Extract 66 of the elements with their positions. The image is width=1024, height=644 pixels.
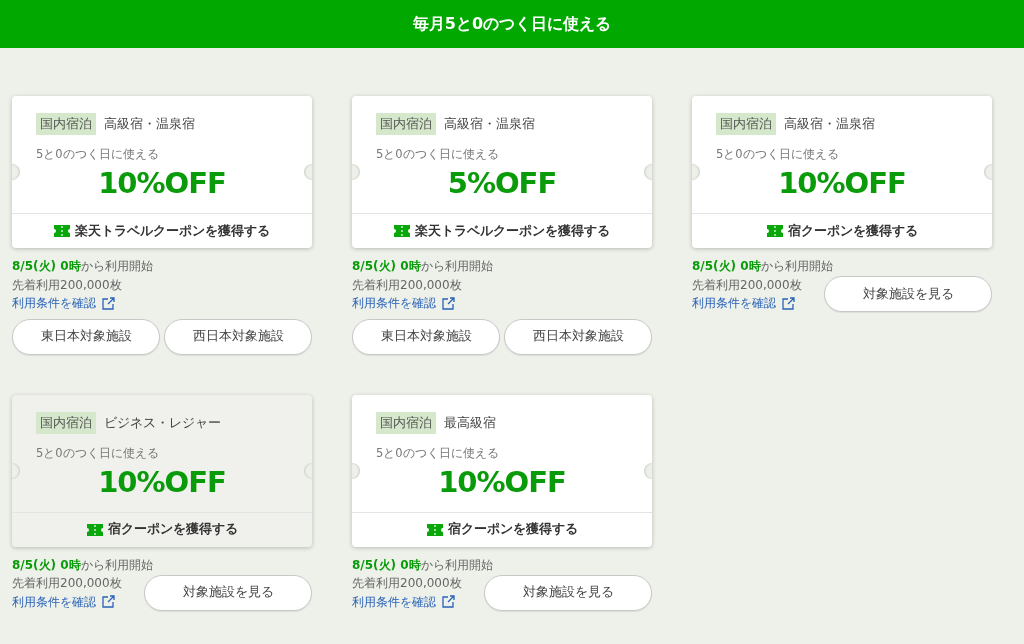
get-coupon-button[interactable]: 宿クーポンを獲得する bbox=[352, 511, 652, 547]
category-tag: 国内宿泊 bbox=[36, 113, 96, 135]
category-tag: 国内宿泊 bbox=[36, 411, 96, 434]
category-tag: 国内宿泊 bbox=[376, 113, 436, 135]
ticket-notch bbox=[644, 164, 652, 180]
condition-text: 5と0のつく日に使える bbox=[36, 147, 160, 162]
get-coupon-button[interactable]: 楽天トラベルクーポンを獲得する bbox=[352, 213, 652, 248]
terms-link[interactable]: 利用条件を確認 bbox=[12, 294, 115, 313]
ticket-icon bbox=[426, 523, 443, 536]
external-link-icon bbox=[782, 296, 795, 310]
ticket-icon bbox=[766, 225, 783, 237]
ticket-icon bbox=[54, 225, 70, 237]
facility-button[interactable]: 東日本対象施設 bbox=[12, 318, 160, 355]
facility-button[interactable]: 対象施設を見る bbox=[144, 574, 312, 611]
external-link-icon bbox=[102, 296, 115, 310]
condition-text: 5と0のつく日に使える bbox=[36, 445, 160, 461]
terms-link[interactable]: 利用条件を確認 bbox=[352, 592, 455, 611]
condition-text: 5と0のつく日に使える bbox=[376, 445, 500, 461]
external-link-icon bbox=[442, 296, 455, 310]
limit-text: 先着利用200,000枚 bbox=[352, 575, 462, 592]
limit-text: 先着利用200,000枚 bbox=[692, 276, 802, 294]
category-label: ビジネス・レジャー bbox=[104, 413, 221, 432]
start-date-text: 8/5(火) 0時から利用開始 bbox=[12, 556, 154, 574]
facility-button[interactable]: 西日本対象施設 bbox=[164, 318, 312, 355]
page-header: 毎月5と0のつく日に使える bbox=[0, 0, 1024, 48]
condition-text: 5と0のつく日に使える bbox=[716, 147, 840, 162]
category-label: 高級宿・温泉宿 bbox=[104, 115, 195, 133]
start-date-text: 8/5(火) 0時から利用開始 bbox=[352, 556, 494, 574]
ticket-notch bbox=[692, 164, 700, 180]
ticket-notch bbox=[304, 164, 312, 180]
external-link-icon bbox=[442, 595, 455, 609]
ticket-notch bbox=[644, 462, 652, 479]
discount-text: 10%OFF bbox=[437, 464, 567, 499]
facility-button[interactable]: 対象施設を見る bbox=[824, 276, 992, 312]
category-tag: 国内宿泊 bbox=[376, 411, 436, 434]
start-date-text: 8/5(火) 0時から利用開始 bbox=[352, 258, 494, 275]
get-coupon-button[interactable]: 楽天トラベルクーポンを獲得する bbox=[12, 213, 312, 248]
ticket-notch bbox=[352, 164, 360, 180]
terms-link[interactable]: 利用条件を確認 bbox=[12, 592, 115, 611]
ticket-icon bbox=[394, 225, 410, 237]
category-label: 高級宿・温泉宿 bbox=[784, 115, 875, 133]
facility-button[interactable]: 対象施設を見る bbox=[484, 574, 652, 611]
terms-link[interactable]: 利用条件を確認 bbox=[352, 294, 455, 313]
category-label: 最高級宿 bbox=[444, 413, 496, 432]
terms-link[interactable]: 利用条件を確認 bbox=[692, 294, 795, 313]
ticket-notch bbox=[12, 164, 20, 180]
category-tag: 国内宿泊 bbox=[716, 113, 776, 135]
facility-button[interactable]: 東日本対象施設 bbox=[352, 318, 500, 355]
discount-text: 10%OFF bbox=[97, 166, 227, 200]
ticket-notch bbox=[984, 164, 992, 180]
condition-text: 5と0のつく日に使える bbox=[376, 147, 500, 162]
limit-text: 先着利用200,000枚 bbox=[12, 276, 123, 294]
discount-text: 10%OFF bbox=[777, 166, 907, 200]
limit-text: 先着利用200,000枚 bbox=[12, 575, 122, 592]
get-coupon-button[interactable]: 宿クーポンを獲得する bbox=[692, 213, 992, 248]
limit-text: 先着利用200,000枚 bbox=[352, 276, 463, 294]
start-date-text: 8/5(火) 0時から利用開始 bbox=[692, 258, 834, 275]
external-link-icon bbox=[102, 595, 115, 609]
ticket-notch bbox=[352, 462, 360, 479]
ticket-icon bbox=[86, 523, 103, 536]
discount-text: 5%OFF bbox=[446, 166, 558, 200]
category-label: 高級宿・温泉宿 bbox=[444, 115, 535, 133]
get-coupon-button[interactable]: 宿クーポンを獲得する bbox=[12, 511, 312, 547]
start-date-text: 8/5(火) 0時から利用開始 bbox=[12, 258, 154, 275]
discount-text: 10%OFF bbox=[97, 464, 227, 499]
facility-button[interactable]: 西日本対象施設 bbox=[504, 318, 652, 355]
